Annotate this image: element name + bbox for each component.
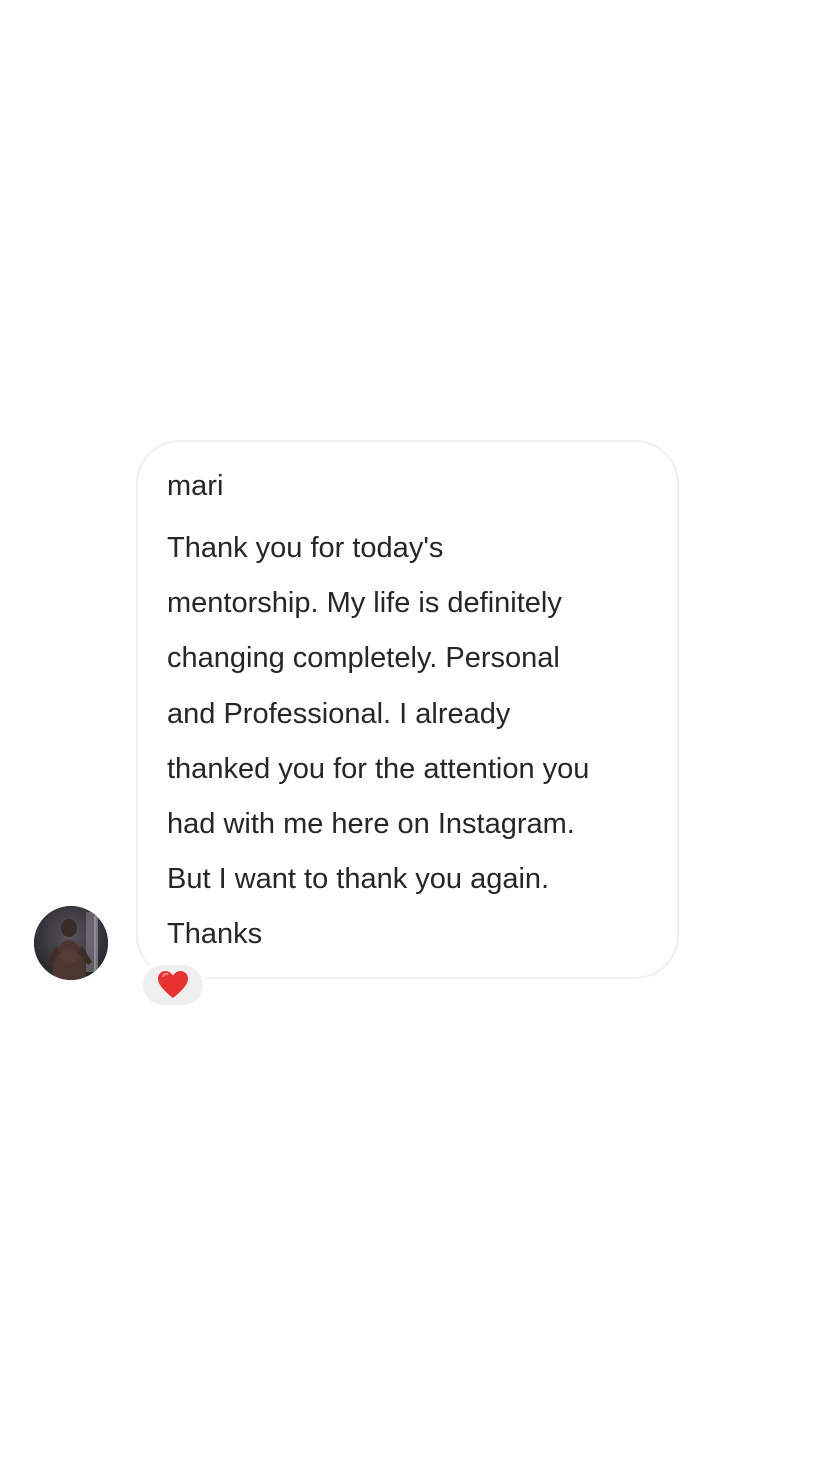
- message-text: Thank you for today's mentorship. My lif…: [167, 521, 651, 963]
- received-message-row: mari Thank you for today's mentorship. M…: [0, 0, 828, 1472]
- sender-name: mari: [167, 470, 224, 502]
- red-heart-icon: [158, 971, 188, 998]
- message-line: changing completely. Personal: [167, 642, 560, 675]
- sender-avatar[interactable]: [34, 906, 108, 980]
- message-line: had with me here on Instagram.: [167, 808, 575, 841]
- message-line: Thank you for today's: [167, 532, 444, 564]
- message-line: But I want to thank you again.: [167, 863, 550, 896]
- message-line: mentorship. My life is definitely: [167, 587, 562, 620]
- profile-photo-icon: [34, 906, 108, 980]
- message-bubble[interactable]: mari Thank you for today's mentorship. M…: [136, 440, 679, 979]
- message-line: and Professional. I already: [167, 697, 511, 730]
- message-line: thanked you for the attention you: [167, 752, 590, 785]
- reaction-badge[interactable]: [140, 962, 206, 1008]
- message-line: Thanks: [167, 918, 263, 951]
